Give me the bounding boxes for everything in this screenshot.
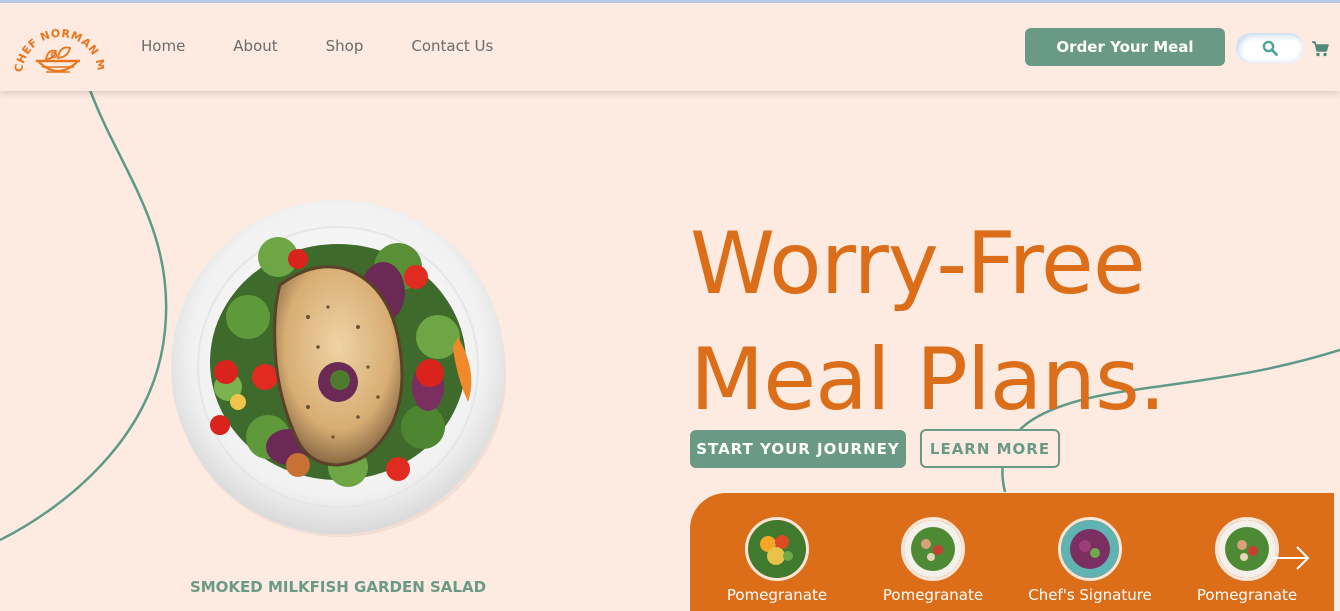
order-your-meal-button[interactable]: Order Your Meal <box>1025 28 1225 66</box>
start-your-journey-button[interactable]: START YOUR JOURNEY <box>690 430 906 468</box>
nav-contact-us[interactable]: Contact Us <box>411 37 493 55</box>
hero-headline: Worry-Free Meal Plans. <box>690 206 1166 438</box>
meal-carousel: Pomegranate Pomegranate Chef's Signature <box>690 493 1334 611</box>
salad-plate-image <box>171 200 506 537</box>
carousel-item[interactable]: Pomegranate <box>712 517 842 604</box>
learn-more-button[interactable]: LEARN MORE <box>920 429 1060 468</box>
carousel-item-label: Chef's Signature <box>1028 586 1152 604</box>
carousel-item[interactable]: Chef's Signature <box>1025 517 1155 604</box>
featured-dish-caption: SMOKED MILKFISH GARDEN SALAD <box>189 578 487 596</box>
svg-text:CHEF NORMAN MEALS: CHEF NORMAN MEALS <box>12 17 104 73</box>
search-button[interactable] <box>1236 33 1304 63</box>
site-header: CHEF NORMAN MEALS Home About Shop Contac… <box>0 3 1340 91</box>
nav-shop[interactable]: Shop <box>326 37 364 55</box>
carousel-item[interactable]: Pomegranate <box>868 517 998 604</box>
carousel-item-label: Pomegranate <box>882 586 984 604</box>
main-nav: Home About Shop Contact Us <box>141 37 541 55</box>
nav-home[interactable]: Home <box>141 37 185 55</box>
search-icon <box>1262 40 1278 56</box>
carousel-item-label: Pomegranate <box>1196 586 1298 604</box>
meal-thumbnail <box>745 517 809 581</box>
chef-norman-meals-logo[interactable]: CHEF NORMAN MEALS <box>12 17 104 83</box>
nav-about[interactable]: About <box>233 37 277 55</box>
meal-thumbnail <box>1058 517 1122 581</box>
hero-title-line-2: Meal Plans. <box>690 330 1166 430</box>
logo-text: CHEF NORMAN MEALS <box>12 17 104 73</box>
hero-title-line-1: Worry-Free <box>690 214 1146 314</box>
arrow-right-icon[interactable] <box>1270 543 1312 573</box>
carousel-item-label: Pomegranate <box>726 586 828 604</box>
meal-thumbnail <box>901 517 965 581</box>
cart-icon[interactable] <box>1311 40 1329 58</box>
